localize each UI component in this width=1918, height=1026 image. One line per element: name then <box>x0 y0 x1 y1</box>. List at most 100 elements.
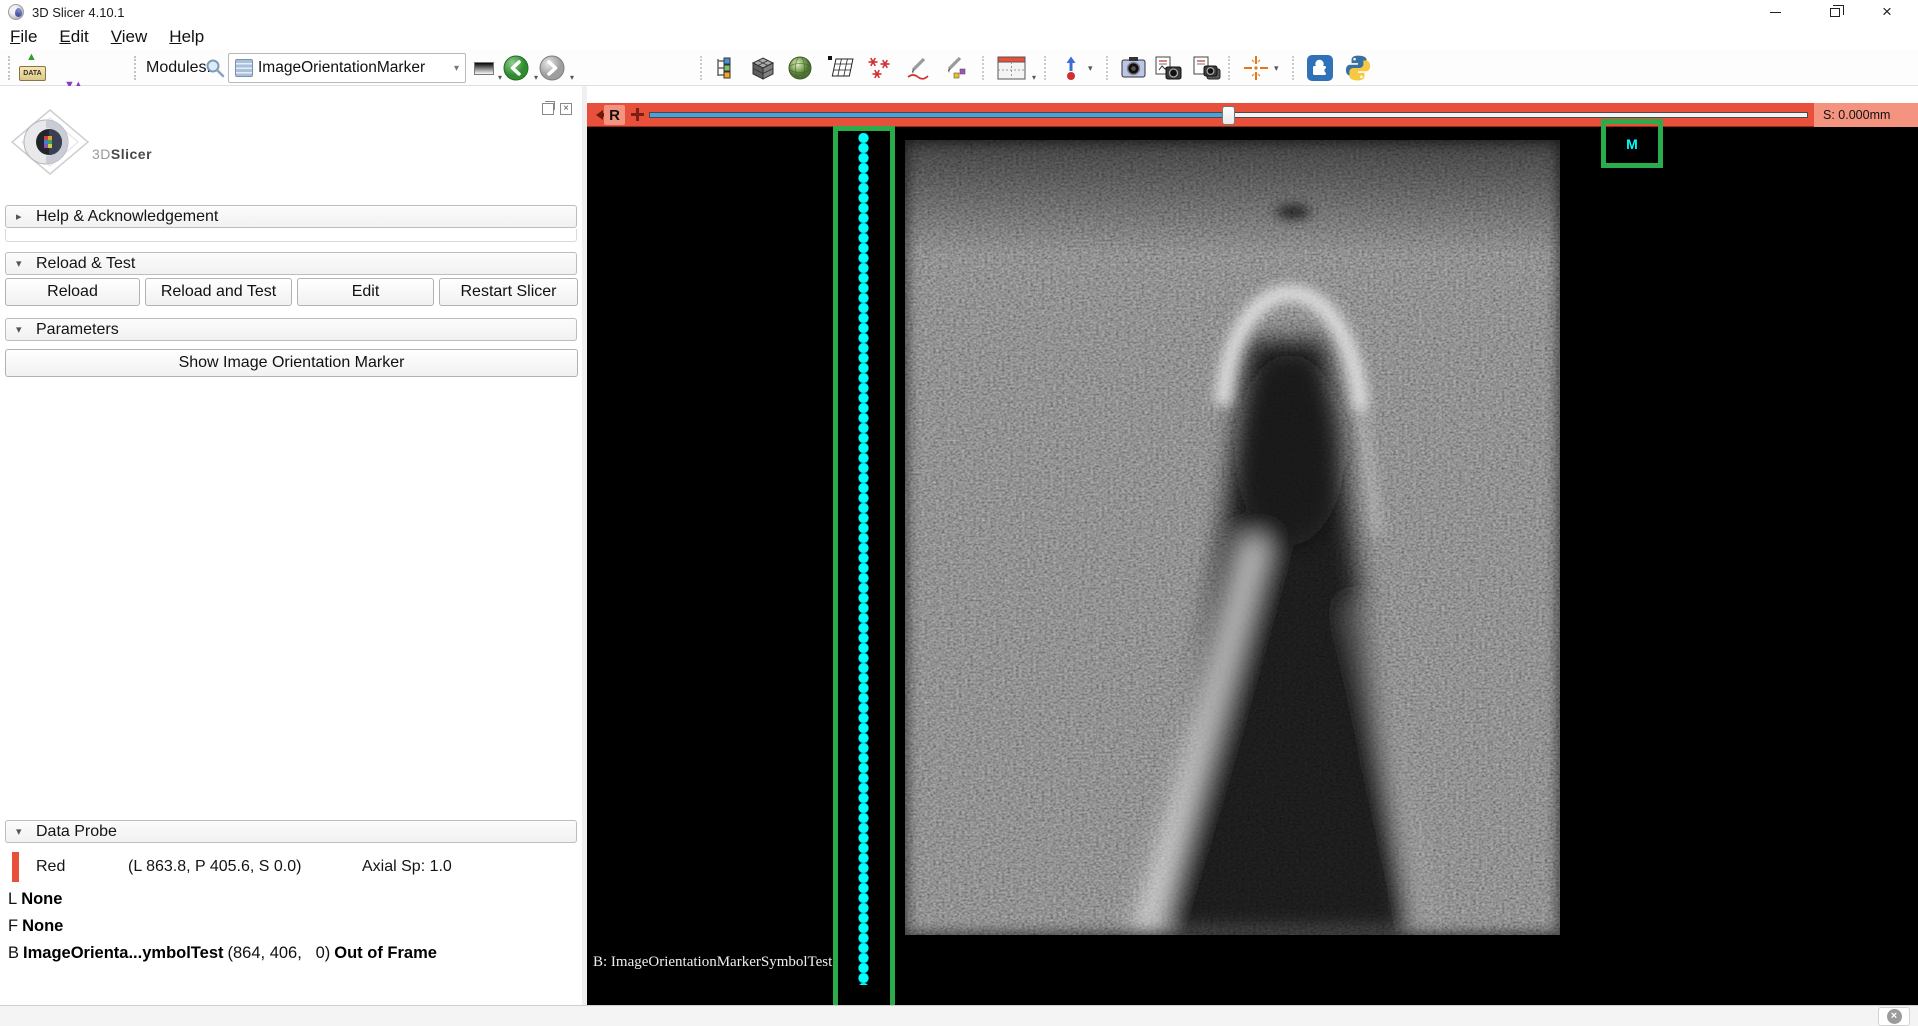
menu-file[interactable]: File <box>10 27 37 47</box>
up-down-arrows-icon <box>1058 55 1084 81</box>
module-icon <box>235 59 253 77</box>
module-panel: × 3DSlicer ▸ Help & Acknowledgement <box>0 86 582 1005</box>
extensions-manager-button[interactable] <box>1306 54 1334 82</box>
toolbar-drag-handle[interactable] <box>8 56 13 80</box>
close-icon: × <box>1882 2 1892 22</box>
layer-value: None <box>21 890 62 909</box>
camera-document-icon <box>1154 55 1184 82</box>
annotation-style-button[interactable] <box>940 54 966 82</box>
python-console-button[interactable] <box>1344 54 1372 82</box>
module-forward-button[interactable]: ▾ <box>538 54 566 82</box>
probe-spacing: Axial Sp: 1.0 <box>362 858 452 876</box>
menu-edit[interactable]: Edit <box>59 27 88 47</box>
section-reload-test[interactable]: ▾ Reload & Test <box>5 252 577 275</box>
hierarchy-tree-icon <box>712 55 738 81</box>
section-help-acknowledgement[interactable]: ▸ Help & Acknowledgement <box>5 205 577 228</box>
restore-icon <box>1830 8 1840 17</box>
slice-orientation-badge[interactable]: R <box>604 105 625 125</box>
cube-icon <box>748 54 778 82</box>
probe-ras-coordinates: (L 863.8, P 405.6, S 0.0) <box>128 858 301 876</box>
crosshair-icon <box>1242 54 1270 82</box>
layer-coords: (864, 406, 0) <box>228 944 331 963</box>
subject-hierarchy-button[interactable] <box>712 54 738 82</box>
menu-view[interactable]: View <box>111 27 148 47</box>
reload-button[interactable]: Reload <box>5 278 140 306</box>
slice-slider-handle[interactable] <box>1222 106 1235 125</box>
back-arrow-icon <box>502 54 530 82</box>
toolbar-separator <box>1106 56 1111 80</box>
edit-button[interactable]: Edit <box>297 278 434 306</box>
chevron-down-icon: ▾ <box>1032 73 1036 82</box>
chevron-down-icon: ▾ <box>1088 63 1093 74</box>
scene-views-button[interactable] <box>1192 54 1222 82</box>
button-label: Reload and Test <box>161 283 276 301</box>
up-arrow-icon: ▲ <box>26 52 37 63</box>
screenshot-button[interactable] <box>1120 54 1148 82</box>
grid-mesh-icon <box>826 54 854 82</box>
slice-offset-field[interactable]: S: 0.000mm <box>1814 103 1918 127</box>
mouse-interaction-mode-button[interactable] <box>1058 54 1084 82</box>
load-data-button[interactable]: ▲ DATA <box>18 54 48 82</box>
pin-icon[interactable] <box>591 110 603 120</box>
collapsed-arrow-icon: ▸ <box>16 210 26 223</box>
annotation-pen-button[interactable] <box>904 54 930 82</box>
close-panel-icon[interactable]: × <box>560 103 572 115</box>
minimize-icon <box>1770 12 1781 13</box>
restart-slicer-button[interactable]: Restart Slicer <box>439 278 578 306</box>
expanded-arrow-icon: ▾ <box>16 323 26 336</box>
undock-panel-icon[interactable] <box>542 103 554 115</box>
toolbar-drag-handle[interactable] <box>134 56 139 80</box>
red-slice-viewport[interactable]: B: ImageOrientationMarkerSymbolTest <box>587 127 1918 1005</box>
layer-status: Out of Frame <box>334 944 437 963</box>
red-slice-controller-bar: R S: 0.000mm <box>587 103 1918 127</box>
close-button[interactable]: × <box>1864 0 1910 24</box>
error-log-button[interactable]: × <box>1878 1007 1910 1026</box>
button-label: Reload <box>47 283 98 301</box>
slice-offset-value: S: 0.000mm <box>1823 108 1890 122</box>
show-image-orientation-marker-button[interactable]: Show Image Orientation Marker <box>5 349 578 377</box>
crosshair-dropdown[interactable]: ▾ <box>1274 54 1279 82</box>
layer-tag: B <box>8 944 19 963</box>
button-label: Show Image Orientation Marker <box>179 354 405 372</box>
transforms-module-button[interactable] <box>826 54 854 82</box>
restore-button[interactable] <box>1812 0 1858 24</box>
button-label: Edit <box>352 283 380 301</box>
pen-icon <box>904 55 930 81</box>
fiducial-markers-icon <box>864 54 892 82</box>
slice-slider-fill <box>650 113 1229 117</box>
slice-menu-icon[interactable] <box>631 108 644 121</box>
reload-and-test-button[interactable]: Reload and Test <box>145 278 292 306</box>
markups-module-button[interactable] <box>864 54 892 82</box>
orientation-marker-letter: M <box>1626 136 1638 152</box>
scene-view-capture-button[interactable] <box>1154 54 1184 82</box>
module-search-button[interactable] <box>204 54 226 82</box>
section-data-probe[interactable]: ▾ Data Probe <box>5 820 577 843</box>
camera-stack-icon <box>1192 55 1222 82</box>
probe-layer-background: BImageOrienta...ymbolTest(864, 406, 0)Ou… <box>8 944 437 963</box>
mouse-mode-dropdown[interactable]: ▾ <box>1088 54 1093 82</box>
slicer-logo-image <box>8 108 92 176</box>
history-icon <box>474 62 494 75</box>
section-parameters[interactable]: ▾ Parameters <box>5 318 577 341</box>
corner-annotation: B: ImageOrientationMarkerSymbolTest <box>593 954 832 971</box>
brand-3d: 3D <box>92 146 111 162</box>
menu-help[interactable]: Help <box>169 27 204 47</box>
menu-bar: File Edit View Help <box>0 24 1918 50</box>
minimize-button[interactable] <box>1752 0 1798 24</box>
module-history-button[interactable]: ▾ <box>474 54 494 82</box>
camera-icon <box>1120 55 1148 81</box>
slice-offset-slider[interactable] <box>649 112 1808 118</box>
layer-tag: L <box>8 890 17 909</box>
ultrasound-image <box>905 140 1560 935</box>
button-label: Restart Slicer <box>460 283 556 301</box>
layout-selector-button[interactable]: ▾ <box>996 54 1028 82</box>
module-selector-combobox[interactable]: ImageOrientationMarker ▾ <box>228 53 466 83</box>
volumes-module-button[interactable] <box>786 54 814 82</box>
data-module-button[interactable] <box>748 54 778 82</box>
orientation-letter: R <box>609 107 620 124</box>
crosshair-button[interactable] <box>1242 54 1270 82</box>
green-sphere-icon <box>786 54 814 82</box>
toolbar-separator <box>1228 56 1233 80</box>
help-section-body <box>5 229 577 242</box>
module-back-button[interactable]: ▾ <box>502 54 530 82</box>
